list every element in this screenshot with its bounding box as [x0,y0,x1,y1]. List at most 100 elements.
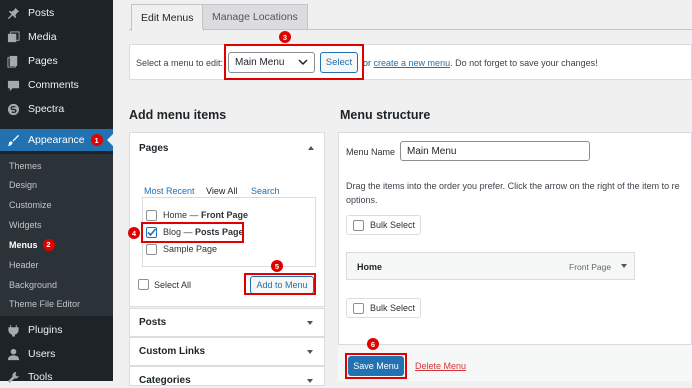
user-icon [6,347,21,362]
sidebar-item-comments[interactable]: Comments [0,74,113,96]
spectra-icon [6,102,21,117]
menu-select-dropdown[interactable]: Main Menu [228,52,315,73]
comment-icon [6,78,21,93]
bulk-select-checkbox [353,219,364,231]
step-badge-4: 4 [128,227,140,239]
page-tag: Front Page [201,210,249,220]
collapse-arrow-icon[interactable] [308,146,314,150]
tab-manage-locations[interactable]: Manage Locations [202,4,308,29]
sidebar-item-label: Comments [28,79,79,91]
menu-select-value: Main Menu [235,57,285,68]
submenu-item-themes[interactable]: Themes [9,159,42,173]
add-to-menu-button[interactable]: Add to Menu [250,276,314,294]
sidebar-item-label: Posts [28,7,55,19]
sidebar-item-pages[interactable]: Pages [0,50,113,72]
step-badge-6: 6 [367,338,379,350]
bulk-select-label: Bulk Select [370,220,416,230]
submenu-item-header[interactable]: Header [9,258,39,272]
appearance-submenu: Themes Design Customize Widgets Menus 2 … [0,154,113,316]
plugin-icon [6,323,21,338]
sidebar-item-media[interactable]: Media [0,26,113,48]
menu-item-title: Home [357,262,383,272]
pages-icon [6,54,21,69]
menu-structure-heading: Menu structure [340,108,431,122]
or-text: or [363,58,372,68]
page-tag: Posts Page [195,227,244,237]
page-sep: — [181,227,196,237]
create-menu-hint: or create a new menu. Do not forget to s… [363,58,598,68]
page-label-sample: Sample Page [163,244,218,254]
admin-sidebar: Posts Media Pages Comments Spectra Appea… [0,0,113,383]
submenu-item-label: Menus [9,240,38,250]
tab-search[interactable]: Search [251,184,280,198]
item-expand-arrow-icon[interactable] [621,264,627,268]
save-menu-button[interactable]: Save Menu [348,356,404,376]
expand-arrow-icon [307,379,313,383]
menu-item-type: Front Page [569,262,612,272]
tab-view-all[interactable]: View All [206,184,237,198]
pushpin-icon [6,6,21,21]
checkmark-icon [147,228,157,237]
sidebar-item-label: Tools [28,371,53,383]
select-all-label: Select All [154,280,192,290]
submenu-item-menus[interactable]: Menus 2 [9,238,55,252]
sidebar-item-spectra[interactable]: Spectra [0,98,113,120]
select-button[interactable]: Select [320,52,358,73]
save-reminder-text: . Do not forget to save your changes! [450,58,598,68]
step-badge-3: 3 [279,31,291,43]
pages-section-title[interactable]: Pages [139,143,168,154]
wrench-icon [6,370,21,385]
brush-icon [6,133,21,148]
menu-item-home[interactable]: Home Front Page [346,252,635,280]
checkbox-sample-page[interactable] [146,244,157,255]
sidebar-item-label: Pages [28,55,58,67]
select-menu-prompt: Select a menu to edit: [136,58,224,68]
checkbox-select-all[interactable] [138,279,149,290]
page-title: Home [163,210,188,220]
menu-name-label: Menu Name [346,147,396,157]
sidebar-item-label: Spectra [28,103,65,115]
bulk-select-label: Bulk Select [370,303,416,313]
sidebar-item-tools[interactable]: Tools [0,366,113,388]
step-badge-2: 2 [42,239,55,251]
submenu-item-widgets[interactable]: Widgets [9,218,42,232]
delete-menu-link[interactable]: Delete Menu [415,361,466,371]
step-badge-1: 1 [90,134,103,146]
create-new-menu-link[interactable]: create a new menu [374,58,451,68]
page-label-home: Home — Front Page [163,210,248,220]
media-icon [6,30,21,45]
sidebar-item-appearance[interactable]: Appearance 1 [0,129,113,151]
drag-instructions: Drag the items into the order you prefer… [346,181,680,191]
drag-instructions-cont: options. [346,195,378,205]
add-menu-items-heading: Add menu items [129,108,227,122]
sidebar-item-label: Appearance [28,134,85,146]
sidebar-item-label: Media [28,31,57,43]
sidebar-item-posts[interactable]: Posts [0,2,113,24]
sidebar-item-label: Users [28,348,56,360]
step-badge-5: 5 [271,260,283,272]
sidebar-item-users[interactable]: Users [0,343,113,365]
page-sep: — [187,210,202,220]
bulk-select-checkbox [353,302,364,314]
page-title: Blog [163,227,182,237]
tab-most-recent[interactable]: Most Recent [144,184,195,198]
expand-arrow-icon [307,350,313,354]
submenu-item-theme-file-editor[interactable]: Theme File Editor [9,297,80,311]
expand-arrow-icon [307,321,313,325]
checkbox-home[interactable] [146,210,157,221]
menu-name-input[interactable]: Main Menu [400,141,590,161]
bulk-select-bottom[interactable]: Bulk Select [346,298,421,318]
active-arrow [107,134,113,146]
page-label-blog: Blog — Posts Page [163,227,244,237]
submenu-item-design[interactable]: Design [9,178,37,192]
sidebar-item-label: Plugins [28,324,63,336]
tab-edit-menus[interactable]: Edit Menus [131,4,204,31]
posts-section-title: Posts [139,317,167,328]
custom-links-section-title: Custom Links [139,346,206,357]
tabs-divider [129,29,692,30]
sidebar-item-plugins[interactable]: Plugins [0,319,113,341]
bulk-select-top[interactable]: Bulk Select [346,215,421,235]
submenu-item-customize[interactable]: Customize [9,198,52,212]
submenu-item-background[interactable]: Background [9,278,57,292]
checkbox-blog[interactable] [146,227,157,238]
